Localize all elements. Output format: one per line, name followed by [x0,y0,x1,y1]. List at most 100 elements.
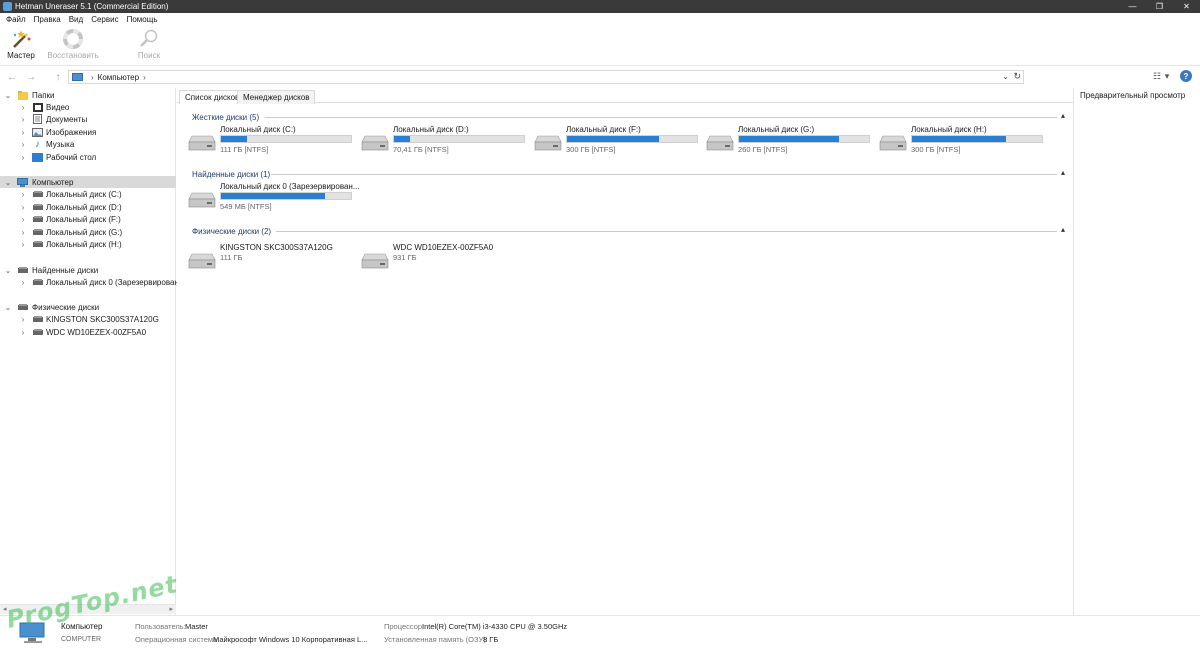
hard-disk-1[interactable]: Локальный диск (D:) 70,41 ГБ [NTFS] [361,125,531,157]
expand-icon[interactable]: › [19,226,27,238]
up-arrow-icon[interactable]: ↑ [52,71,64,83]
tree-item-desktop[interactable]: › Рабочий стол [0,151,176,163]
minimize-button[interactable]: — [1119,0,1146,13]
desktop-icon [32,152,43,162]
disk-name: WDC WD10EZEX-00ZF5A0 [393,243,494,252]
forward-arrow-icon[interactable]: → [25,71,37,83]
disk-info: 300 ГБ [NTFS] [911,145,961,154]
master-button[interactable]: Мастер [0,29,46,65]
expand-icon[interactable]: › [19,213,27,225]
tree-item-kingston[interactable]: › KINGSTON SKC300S37A120G [0,313,176,325]
tree-label: KINGSTON SKC300S37A120G [46,314,159,324]
expand-icon[interactable]: › [19,201,27,213]
disk-list-panel: Список дисков Менеджер дисков Жесткие ди… [177,88,1073,615]
hard-drive-icon [534,134,562,152]
physical-disk-0[interactable]: KINGSTON SKC300S37A120G 111 ГБ [188,243,358,275]
breadcrumb-computer[interactable]: Компьютер [98,73,139,82]
title-bar: Hetman Uneraser 5.1 (Commercial Edition)… [0,0,1200,13]
window-title: Hetman Uneraser 5.1 (Commercial Edition) [15,2,169,11]
hard-drive-icon [706,134,734,152]
close-button[interactable]: ✕ [1173,0,1200,13]
address-dropdown-icon[interactable]: ⌄ [1002,72,1009,81]
search-icon [138,29,160,49]
tab-disk-list[interactable]: Список дисков [179,90,246,104]
menu-view[interactable]: Вид [65,15,87,24]
expand-icon[interactable]: › [19,326,27,338]
hard-disk-2[interactable]: Локальный диск (F:) 300 ГБ [NTFS] [534,125,704,157]
hard-disk-0[interactable]: Локальный диск (C:) 111 ГБ [NTFS] [188,125,358,157]
disk-info: 70,41 ГБ [NTFS] [393,145,449,154]
collapse-icon[interactable]: ⌄ [4,89,12,101]
scroll-right-icon[interactable]: ▸ [169,605,173,613]
tree-item-music[interactable]: › ♪ Музыка [0,138,176,150]
tree-item-documents[interactable]: › Документы [0,113,176,125]
tree-item-disk-f[interactable]: › Локальный диск (F:) [0,213,176,225]
expand-icon[interactable]: › [19,188,27,200]
expand-icon[interactable]: › [19,126,27,138]
menu-service[interactable]: Сервис [87,15,122,24]
expand-icon[interactable]: › [19,276,27,288]
maximize-button[interactable]: ❐ [1146,0,1173,13]
tree-item-wdc[interactable]: › WDC WD10EZEX-00ZF5A0 [0,326,176,338]
collapse-icon[interactable]: ▴ [1061,225,1065,234]
tree-item-video[interactable]: › Видео [0,101,176,113]
address-bar[interactable]: › Компьютер › ⌄ ↻ [68,70,1024,84]
disk-info: 111 ГБ [NTFS] [220,145,269,154]
disk-usage-fill [221,136,247,142]
tree-folders[interactable]: ⌄ Папки [0,89,176,101]
tree-physical-disks[interactable]: ⌄ Физические диски [0,301,176,313]
collapse-icon[interactable]: ▴ [1061,168,1065,177]
menu-edit[interactable]: Правка [30,15,65,24]
tree-label: Локальный диск (H:) [46,239,122,249]
tab-disk-manager[interactable]: Менеджер дисков [237,90,316,104]
help-icon[interactable]: ? [1180,70,1192,82]
breadcrumb-separator[interactable]: › [143,73,146,82]
status-type: COMPUTER [61,636,102,643]
menu-help[interactable]: Помощь [123,15,162,24]
tab-strip: Список дисков Менеджер дисков [177,88,1073,104]
tree-label: Локальный диск (D:) [46,202,122,212]
master-label: Мастер [7,51,35,60]
search-button[interactable]: Поиск [124,29,174,65]
tree-item-disk-d[interactable]: › Локальный диск (D:) [0,201,176,213]
preview-title[interactable]: Предварительный просмотр [1080,91,1185,100]
restore-button[interactable]: Восстановить [47,29,99,65]
cpu-value: Intel(R) Core(TM) i3-4330 CPU @ 3.50GHz [422,622,568,631]
physical-disk-1[interactable]: WDC WD10EZEX-00ZF5A0 931 ГБ [361,243,531,275]
expand-icon[interactable]: › [19,113,27,125]
hard-drive-icon [361,134,389,152]
menu-file[interactable]: Файл [2,15,30,24]
expand-icon[interactable]: › [19,313,27,325]
expand-icon[interactable]: › [19,238,27,250]
tree-item-disk-c[interactable]: › Локальный диск (C:) [0,188,176,200]
tree-item-found-disk-0[interactable]: › Локальный диск 0 (Зарезервировано [0,276,184,288]
tree-item-disk-h[interactable]: › Локальный диск (H:) [0,238,176,250]
expand-icon[interactable]: › [19,151,27,163]
hard-drive-icon [361,252,389,270]
tree-computer[interactable]: ⌄ Компьютер [0,176,176,188]
collapse-icon[interactable]: ⌄ [4,264,12,276]
tree-item-disk-g[interactable]: › Локальный диск (G:) [0,226,176,238]
drive-icon [32,202,43,212]
search-label: Поиск [137,51,161,60]
collapse-icon[interactable]: ▴ [1061,111,1065,120]
expand-icon[interactable]: › [19,138,27,150]
disk-name: Локальный диск (D:) [393,125,469,134]
disk-usage-bar [738,135,870,143]
user-label: Пользователь: [135,622,186,631]
collapse-icon[interactable]: ⌄ [4,301,12,313]
hard-disk-3[interactable]: Локальный диск (G:) 260 ГБ [NTFS] [706,125,876,157]
disk-usage-bar [220,135,352,143]
refresh-icon[interactable]: ↻ [1013,71,1021,82]
collapse-icon[interactable]: ⌄ [4,176,12,188]
expand-icon[interactable]: › [19,101,27,113]
view-dropdown-icon[interactable]: ▾ [1162,70,1172,83]
ram-label: Установленная память (ОЗУ): [384,635,488,644]
drive-icon [32,327,43,337]
back-arrow-icon[interactable]: ← [6,71,18,83]
hard-disk-4[interactable]: Локальный диск (H:) 300 ГБ [NTFS] [879,125,1049,157]
found-disk-0[interactable]: Локальный диск 0 (Зарезервирован... 549 М… [188,182,360,214]
tree-found-disks[interactable]: ⌄ Найденные диски [0,264,176,276]
tree-item-images[interactable]: › Изображения [0,126,176,138]
folder-tree: ⌄ Папки › Видео › Документы › Изображени… [0,88,184,615]
